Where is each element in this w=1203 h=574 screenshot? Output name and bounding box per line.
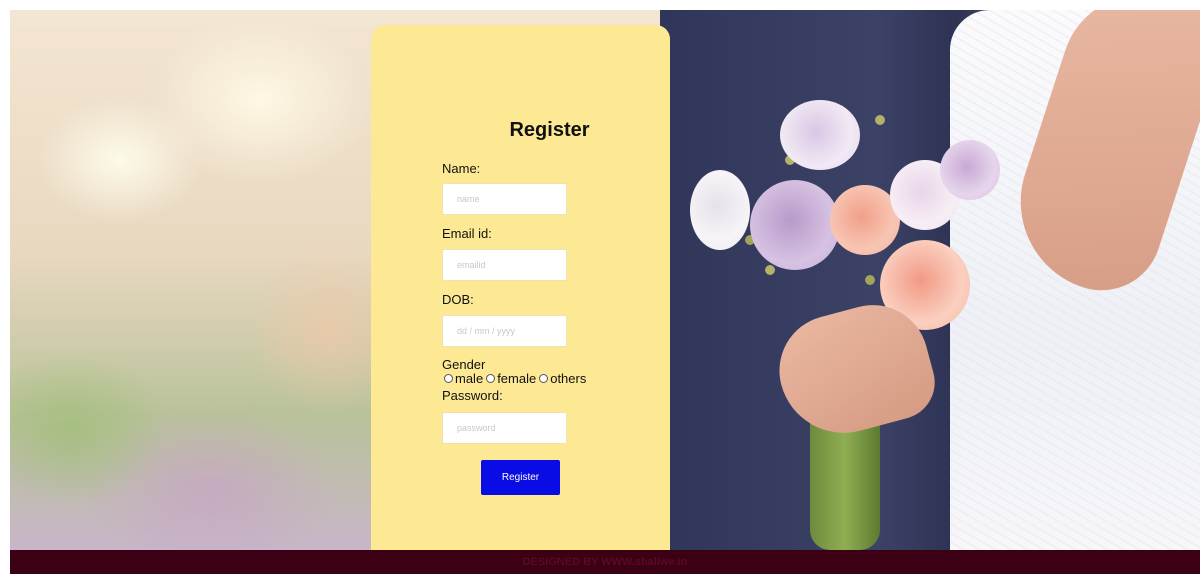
form-title: Register bbox=[509, 119, 590, 141]
gender-male-label: male bbox=[455, 371, 484, 386]
bouquet bbox=[690, 80, 1010, 340]
gender-female-label: female bbox=[497, 371, 537, 386]
footer-credit: DESIGNED BY WWW.shaliwe.in bbox=[522, 556, 688, 568]
flower bbox=[940, 140, 1000, 200]
register-button[interactable]: Register bbox=[481, 460, 560, 495]
dob-input[interactable] bbox=[442, 315, 567, 347]
name-input[interactable] bbox=[442, 183, 567, 215]
register-card: Register Name: Email id: DOB: Gender mal… bbox=[371, 25, 670, 550]
password-label: Password: bbox=[442, 388, 503, 403]
email-label: Email id: bbox=[442, 226, 492, 241]
email-input[interactable] bbox=[442, 249, 567, 281]
name-label: Name: bbox=[442, 161, 481, 176]
dob-label: DOB: bbox=[442, 292, 474, 307]
gender-others-radio[interactable] bbox=[539, 374, 549, 383]
wedding-photo bbox=[660, 10, 1200, 550]
flower bbox=[780, 100, 860, 170]
flower bbox=[690, 170, 750, 250]
password-input[interactable] bbox=[442, 412, 567, 444]
gender-male-radio[interactable] bbox=[444, 374, 453, 383]
gender-others-label: others bbox=[550, 371, 587, 386]
gender-label: Gender bbox=[442, 357, 486, 372]
gender-options: male female others bbox=[442, 371, 586, 386]
flower bbox=[750, 180, 840, 270]
footer: DESIGNED BY WWW.shaliwe.in bbox=[10, 550, 1200, 574]
page: Register Name: Email id: DOB: Gender mal… bbox=[0, 0, 1203, 574]
gender-female-radio[interactable] bbox=[486, 374, 496, 383]
